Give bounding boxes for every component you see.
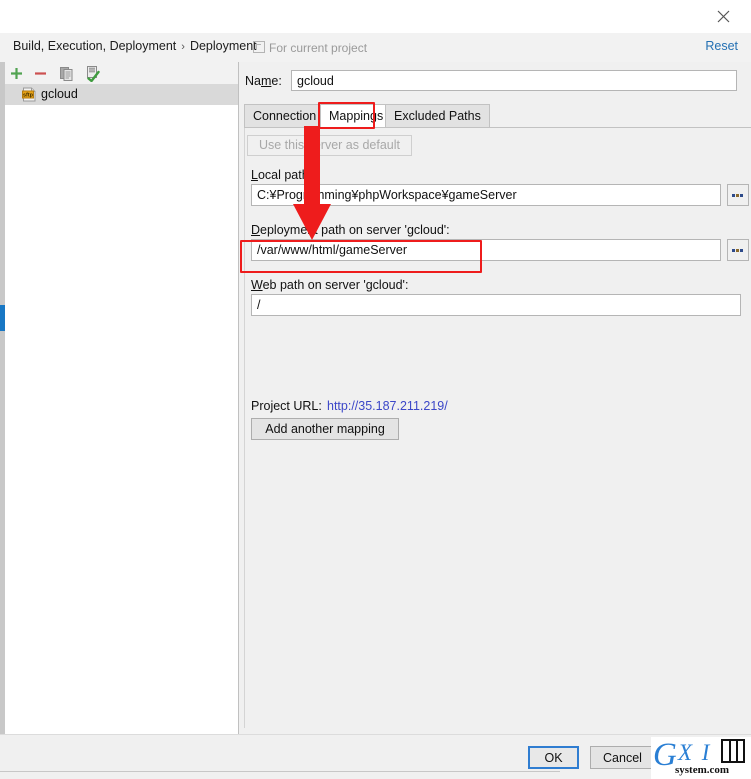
local-path-browse-button[interactable] (727, 184, 749, 206)
deployment-path-browse-button[interactable] (727, 239, 749, 261)
breadcrumb-bar: Build, Execution, Deployment › Deployment … (0, 33, 751, 62)
cancel-button[interactable]: Cancel (590, 746, 655, 769)
copy-icon (60, 67, 73, 81)
watermark-letters-xi: X I (678, 740, 712, 765)
close-icon (717, 10, 729, 22)
breadcrumb: Build, Execution, Deployment › Deployment (13, 39, 257, 53)
server-list-toolbar (0, 62, 238, 85)
breadcrumb-separator: › (181, 41, 185, 53)
add-another-mapping-button[interactable]: Add another mapping (251, 418, 399, 440)
ellipsis-icon (732, 194, 743, 197)
validate-server-button[interactable] (84, 65, 101, 83)
svg-text:sftp: sftp (23, 93, 34, 99)
server-list-panel: sftp gcloud (0, 62, 239, 734)
left-scrollbar-track[interactable] (0, 62, 5, 734)
project-scope-icon (253, 41, 265, 53)
breadcrumb-leaf[interactable]: Deployment (190, 39, 257, 53)
sftp-icon: sftp (22, 87, 36, 102)
ok-button[interactable]: OK (528, 746, 579, 769)
plus-icon (11, 68, 22, 79)
remove-server-button[interactable] (32, 65, 49, 82)
check-document-icon (87, 66, 100, 83)
use-this-server-as-default-button: Use this server as default (247, 135, 412, 156)
watermark-cjk-glyph (721, 739, 745, 763)
watermark-domain: system.com (675, 764, 730, 776)
settings-dialog: Build, Execution, Deployment › Deployment … (0, 0, 751, 779)
web-path-mnemonic: W (251, 278, 263, 292)
left-scrollbar-thumb[interactable] (0, 305, 5, 331)
web-path-input[interactable] (251, 294, 741, 316)
title-bar (0, 0, 751, 34)
local-path-mnemonic: L (251, 168, 258, 182)
dialog-footer: OK Cancel (0, 734, 751, 779)
minus-icon (35, 72, 46, 75)
tab-connection[interactable]: Connection (244, 104, 326, 128)
local-path-input[interactable] (251, 184, 721, 206)
server-list-item-label: gcloud (41, 87, 78, 101)
server-settings-panel: Name: Connection Mappings Excluded Paths… (239, 62, 751, 734)
deployment-path-input[interactable] (251, 239, 721, 261)
close-window-button[interactable] (709, 4, 737, 28)
name-label: Name: (245, 74, 282, 88)
name-input[interactable] (291, 70, 737, 91)
deployment-path-label: Deployment path on server 'gcloud': (251, 223, 450, 237)
scope-indicator: For current project (253, 40, 367, 55)
tab-excluded-paths[interactable]: Excluded Paths (385, 104, 490, 128)
name-label-mnemonic: m (260, 74, 272, 88)
server-list-item-gcloud[interactable]: sftp gcloud (0, 84, 238, 105)
mappings-panel: Use this server as default Local path: D… (244, 128, 751, 728)
reset-link[interactable]: Reset (705, 39, 738, 53)
breadcrumb-root[interactable]: Build, Execution, Deployment (13, 39, 176, 53)
ellipsis-icon (732, 249, 743, 252)
copy-server-button[interactable] (58, 65, 75, 82)
project-url-label: Project URL: (251, 399, 322, 413)
local-path-label: Local path: (251, 168, 313, 182)
project-url-link[interactable]: http://35.187.211.219/ (327, 399, 448, 413)
web-path-label: Web path on server 'gcloud': (251, 278, 409, 292)
watermark: G X I system.com (651, 737, 751, 779)
deployment-path-mnemonic: D (251, 223, 261, 237)
scope-label: For current project (269, 41, 368, 55)
add-server-button[interactable] (8, 65, 25, 82)
settings-tabstrip: Connection Mappings Excluded Paths (244, 104, 751, 128)
tab-mappings[interactable]: Mappings (320, 104, 393, 128)
watermark-letter-g: G (653, 737, 677, 773)
footer-divider (0, 771, 560, 772)
